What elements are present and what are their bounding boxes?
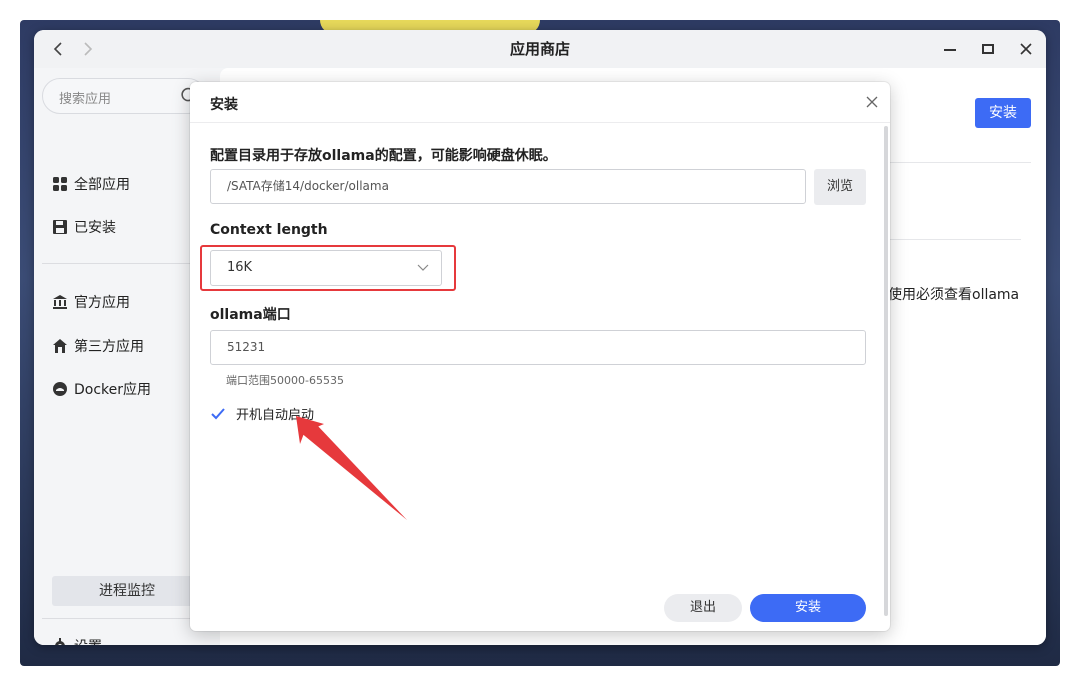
- context-length-select[interactable]: 16K: [210, 250, 442, 286]
- dialog-title: 安装: [210, 97, 238, 113]
- search-input[interactable]: 搜索应用: [42, 78, 206, 114]
- config-path-input[interactable]: /SATA存储14/docker/ollama: [210, 169, 806, 204]
- sidebar-item-label: 全部应用: [74, 177, 130, 193]
- port-label: ollama端口: [210, 307, 291, 323]
- port-input[interactable]: 51231: [210, 330, 866, 365]
- forward-icon[interactable]: [76, 37, 100, 61]
- save-disk-icon: [53, 220, 67, 234]
- back-icon[interactable]: [46, 37, 70, 61]
- chevron-down-icon: [417, 264, 429, 271]
- dialog-scrollbar[interactable]: [884, 126, 888, 616]
- sidebar-item-label: 已安装: [74, 220, 116, 236]
- background-install-button[interactable]: 安装: [975, 98, 1031, 128]
- sidebar-item-label: 官方应用: [74, 295, 130, 311]
- context-length-label: Context length: [210, 222, 328, 238]
- sidebar-item-label: Docker应用: [74, 382, 152, 398]
- docker-icon: [53, 382, 67, 396]
- autostart-checkbox-row[interactable]: 开机自动启动: [210, 404, 314, 423]
- app-description-snippet: 使用必须查看ollama: [888, 287, 1020, 303]
- autostart-label: 开机自动启动: [236, 408, 315, 423]
- sidebar-item-label: 设置: [74, 636, 102, 645]
- context-length-value: 16K: [227, 260, 253, 275]
- maximize-icon[interactable]: [976, 37, 1000, 61]
- sidebar-item-official-apps[interactable]: 官方应用: [52, 290, 130, 314]
- title-bar: 应用商店: [34, 30, 1046, 68]
- config-dir-label: 配置目录用于存放ollama的配置，可能影响硬盘休眠。: [210, 148, 557, 164]
- minimize-icon[interactable]: [938, 37, 962, 61]
- close-icon[interactable]: [864, 94, 880, 110]
- dialog-header: 安装: [190, 82, 890, 123]
- cancel-button[interactable]: 退出: [664, 594, 742, 622]
- window-title: 应用商店: [509, 40, 570, 58]
- sidebar-item-all-apps[interactable]: 全部应用: [52, 172, 130, 196]
- search-placeholder: 搜索应用: [59, 92, 112, 107]
- sidebar-item-installed[interactable]: 已安装: [52, 215, 116, 239]
- sidebar-item-docker-apps[interactable]: Docker应用: [52, 377, 151, 401]
- bank-icon: [53, 295, 67, 309]
- browse-button[interactable]: 浏览: [814, 169, 866, 205]
- house-icon: [53, 339, 67, 353]
- sidebar-item-third-party-apps[interactable]: 第三方应用: [52, 334, 144, 358]
- process-monitor-button[interactable]: 进程监控: [52, 576, 202, 606]
- sidebar-item-label: 第三方应用: [74, 339, 144, 355]
- gear-icon: [55, 638, 65, 645]
- install-button[interactable]: 安装: [750, 594, 866, 622]
- install-dialog: 安装 配置目录用于存放ollama的配置，可能影响硬盘休眠。 /SATA存储14…: [190, 82, 890, 631]
- sidebar-item-settings[interactable]: 设置: [52, 634, 102, 645]
- grid-icon: [53, 177, 67, 191]
- close-window-icon[interactable]: [1014, 37, 1038, 61]
- port-range-hint: 端口范围50000-65535: [226, 374, 344, 387]
- checkmark-icon[interactable]: [210, 406, 226, 422]
